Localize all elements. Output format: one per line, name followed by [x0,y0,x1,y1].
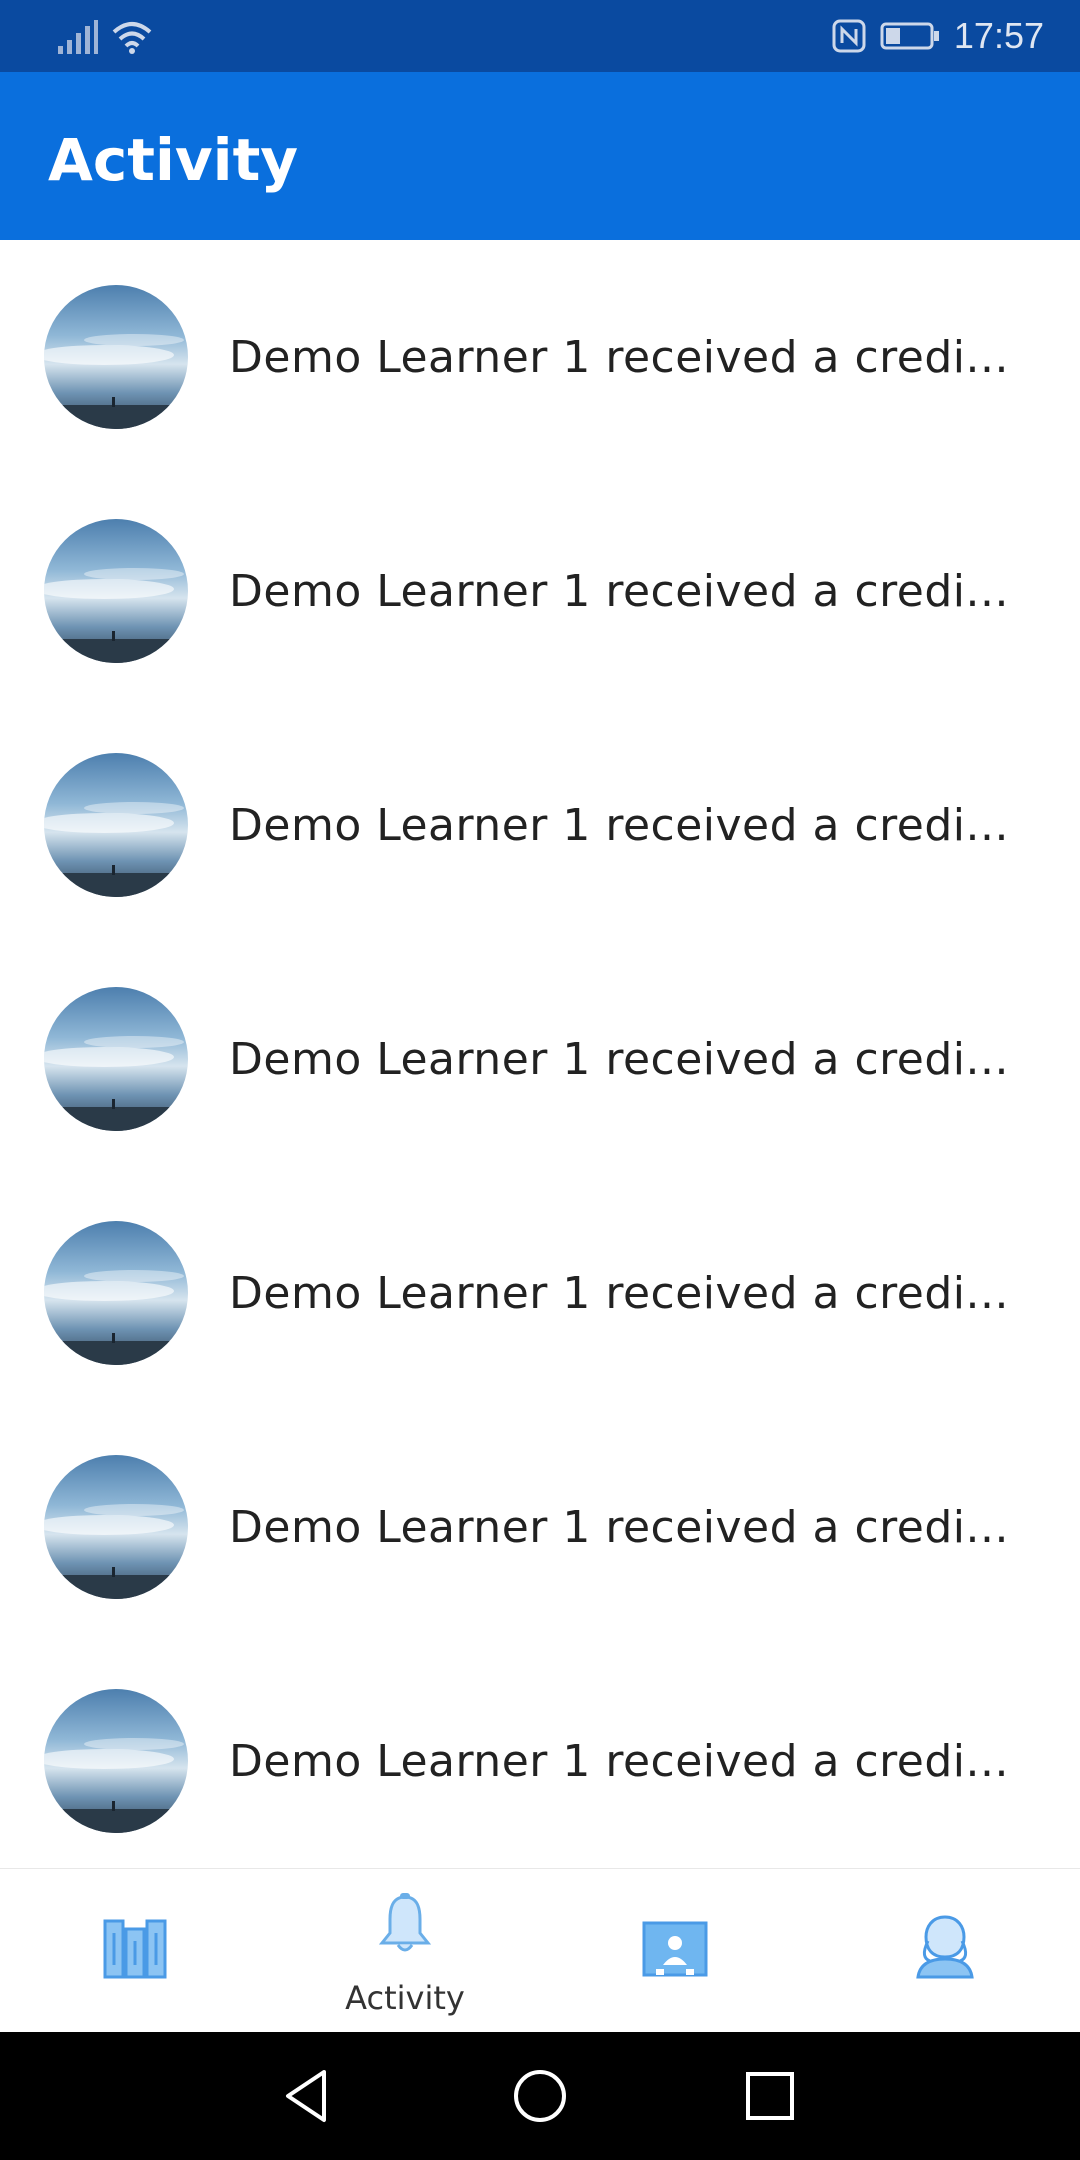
activity-feed[interactable]: Demo Learner 1 received a credi... Demo … [0,240,1080,1868]
status-time: 17:57 [953,15,1044,56]
landscape-sky-avatar [44,1689,188,1833]
tab-library[interactable] [0,1869,270,2033]
home-icon[interactable] [508,2064,572,2128]
wifi-icon [112,22,152,54]
back-icon[interactable] [276,2064,340,2128]
status-bar: 17:57 [0,0,1080,72]
tab-activity-label: Activity [345,1979,465,2017]
app-bar: Activity [0,72,1080,240]
landscape-sky-avatar [44,1221,188,1365]
bell-icon [378,1893,432,1952]
landscape-sky-avatar [44,285,188,429]
list-item[interactable]: Demo Learner 1 received a credi... [0,474,1080,708]
status-left [58,18,152,54]
status-right: 17:57 [832,12,1044,60]
landscape-sky-avatar [44,753,188,897]
user-profile-icon [916,1915,974,1979]
feed-item-text: Demo Learner 1 received a credi... [229,1502,1009,1553]
feed-item-text: Demo Learner 1 received a credi... [229,1034,1009,1085]
tab-activity[interactable]: Activity [270,1869,540,2033]
list-item[interactable]: Demo Learner 1 received a credi... [0,240,1080,474]
list-item[interactable]: Demo Learner 1 received a credi... [0,708,1080,942]
system-nav-bar [0,2032,1080,2160]
landscape-sky-avatar [44,519,188,663]
feed-item-text: Demo Learner 1 received a credi... [229,566,1009,617]
landscape-sky-avatar [44,987,188,1131]
recents-icon[interactable] [738,2064,802,2128]
list-item[interactable]: Demo Learner 1 received a credi... [0,942,1080,1176]
list-item[interactable]: Demo Learner 1 received a credi... [0,1410,1080,1644]
feed-item-text: Demo Learner 1 received a credi... [229,800,1009,851]
tab-profile[interactable] [810,1869,1080,2033]
list-item[interactable]: Demo Learner 1 received a credi... [0,1644,1080,1868]
feed-item-text: Demo Learner 1 received a credi... [229,1736,1009,1787]
bottom-nav: Activity [0,1868,1080,2032]
battery-icon [880,22,939,50]
id-card-icon [642,1921,708,1977]
page-title: Activity [48,126,299,194]
feed-item-text: Demo Learner 1 received a credi... [229,1268,1009,1319]
nfc-icon [832,19,866,53]
signal-icon [58,20,98,54]
feed-item-text: Demo Learner 1 received a credi... [229,332,1009,383]
books-icon [103,1919,167,1979]
tab-credentials[interactable] [540,1869,810,2033]
list-item[interactable]: Demo Learner 1 received a credi... [0,1176,1080,1410]
landscape-sky-avatar [44,1455,188,1599]
